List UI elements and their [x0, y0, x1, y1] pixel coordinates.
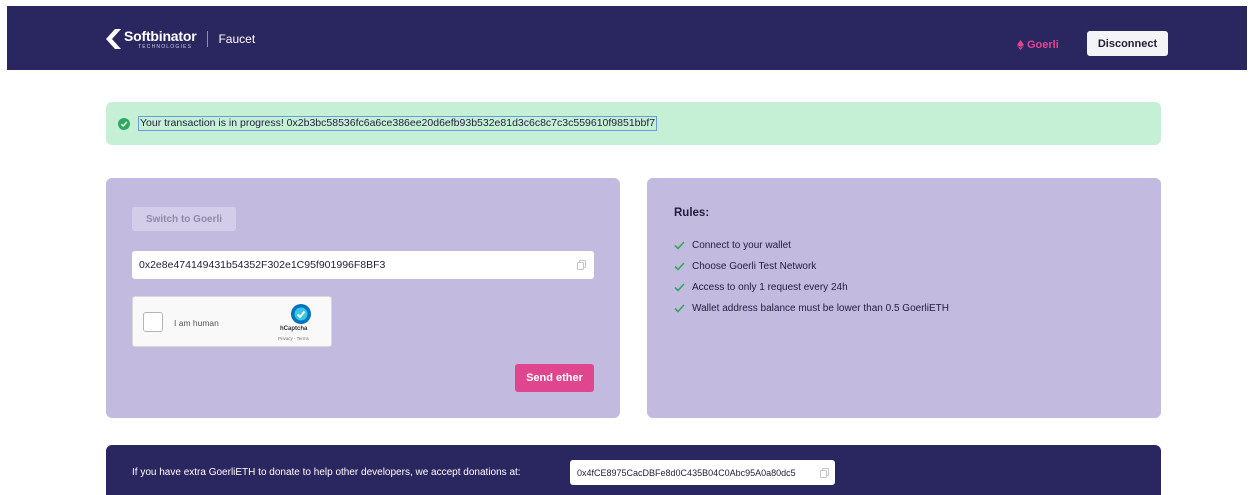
network-indicator: Goerli	[1017, 39, 1059, 51]
app-header: Softbinator TECHNOLOGIES Faucet Goerli D…	[7, 6, 1247, 70]
transaction-alert: Your transaction is in progress! 0x2b3bc…	[106, 102, 1161, 145]
success-check-icon	[118, 117, 130, 130]
rule-item: Wallet address balance must be lower tha…	[674, 298, 949, 319]
hcaptcha-logo-icon	[291, 304, 311, 324]
copy-icon[interactable]	[577, 260, 586, 270]
logo-name: Softbinator	[124, 27, 197, 44]
rule-text: Connect to your wallet	[692, 240, 791, 251]
captcha-checkbox[interactable]	[143, 312, 163, 332]
logo-subtitle: TECHNOLOGIES	[138, 43, 193, 50]
rules-title: Rules:	[674, 207, 710, 219]
rule-text: Wallet address balance must be lower tha…	[692, 303, 949, 314]
hcaptcha-widget: I am human hCaptcha Privacy - Terms	[132, 296, 332, 347]
check-icon	[674, 283, 685, 292]
softbinator-logo[interactable]: Softbinator TECHNOLOGIES Faucet	[105, 25, 255, 53]
send-ether-button[interactable]: Send ether	[515, 364, 594, 392]
rule-item: Connect to your wallet	[674, 235, 949, 256]
rule-item: Choose Goerli Test Network	[674, 256, 949, 277]
ethereum-icon	[1017, 40, 1024, 50]
request-form-card: Switch to Goerli 0x2e8e474149431b54352F3…	[106, 178, 620, 418]
captcha-brand: hCaptcha	[280, 326, 308, 332]
rules-list: Connect to your wallet Choose Goerli Tes…	[674, 235, 949, 319]
rule-item: Access to only 1 request every 24h	[674, 277, 949, 298]
wallet-address-input[interactable]: 0x2e8e474149431b54352F302e1C95f901996F8B…	[132, 251, 594, 279]
donation-address-value: 0x4fCE8975CacDBFe8d0C435B04C0Abc95A0a80d…	[577, 467, 796, 478]
check-icon	[674, 241, 685, 250]
rule-text: Choose Goerli Test Network	[692, 261, 817, 272]
copy-icon[interactable]	[820, 468, 829, 478]
check-icon	[674, 262, 685, 271]
check-icon	[674, 304, 685, 313]
rules-card: Rules: Connect to your wallet Choose Goe…	[647, 178, 1161, 418]
logo-divider	[207, 31, 209, 47]
transaction-message[interactable]: Your transaction is in progress! 0x2b3bc…	[138, 116, 658, 131]
donation-text: If you have extra GoerliETH to donate to…	[132, 467, 521, 478]
softbinator-logo-icon	[106, 29, 121, 49]
donation-address-field[interactable]: 0x4fCE8975CacDBFe8d0C435B04C0Abc95A0a80d…	[570, 460, 835, 485]
wallet-address-value: 0x2e8e474149431b54352F302e1C95f901996F8B…	[139, 259, 386, 271]
donation-banner: If you have extra GoerliETH to donate to…	[106, 445, 1161, 495]
logo-text: Softbinator TECHNOLOGIES	[124, 27, 197, 50]
network-name: Goerli	[1027, 39, 1059, 51]
captcha-label: I am human	[174, 318, 219, 328]
rule-text: Access to only 1 request every 24h	[692, 282, 848, 293]
app-name: Faucet	[218, 32, 256, 46]
captcha-privacy-terms[interactable]: Privacy - Terms	[278, 336, 309, 341]
switch-network-button[interactable]: Switch to Goerli	[132, 207, 236, 231]
disconnect-button[interactable]: Disconnect	[1087, 31, 1168, 56]
